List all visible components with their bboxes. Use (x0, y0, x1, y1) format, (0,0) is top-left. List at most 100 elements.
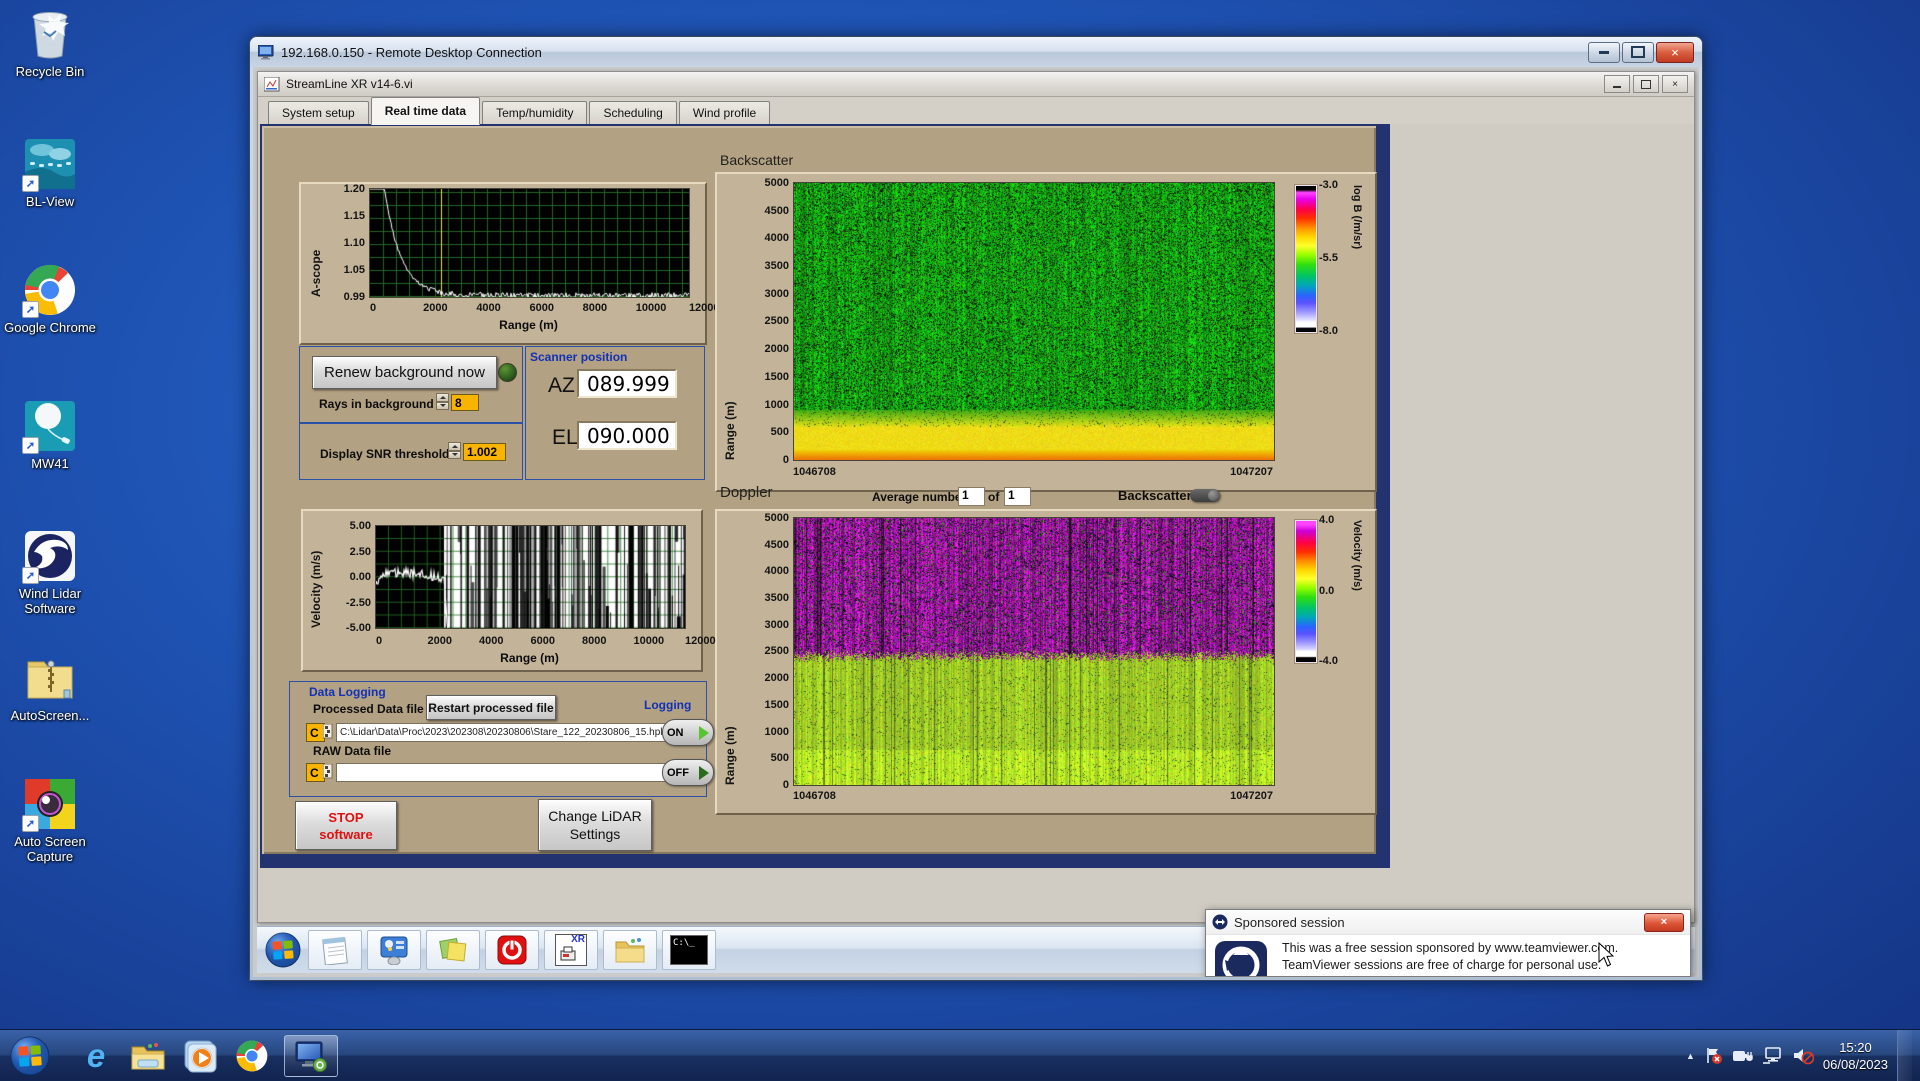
backscatter-toggle-label: Backscatter (1118, 488, 1192, 503)
app-close-button[interactable]: × (1662, 75, 1688, 93)
doppler-x-end: 1047207 (1230, 790, 1273, 802)
xr-label: XR (571, 934, 585, 945)
clock-date: 06/08/2023 (1822, 1056, 1888, 1072)
rdp-titlebar[interactable]: 192.168.0.150 - Remote Desktop Connectio… (250, 37, 1702, 67)
tab-system-setup[interactable]: System setup (268, 101, 369, 124)
shortcut-arrow-icon: ➚ (22, 567, 39, 584)
power-plug-icon[interactable] (1732, 1046, 1753, 1065)
taskbar-rdp-active[interactable] (284, 1034, 338, 1077)
app-maximize-button[interactable] (1633, 75, 1659, 93)
remote-taskbar-stop-app[interactable] (485, 930, 539, 970)
processed-path-field[interactable]: C:\Lidar\Data\Proc\2023\202308\20230806\… (336, 723, 681, 742)
backscatter-colorbar (1295, 185, 1317, 333)
wind-lidar-icon: ➚ (22, 530, 76, 584)
raw-path-field[interactable] (336, 763, 681, 782)
network-icon[interactable] (1762, 1046, 1783, 1065)
taskbar-clock[interactable]: 15:20 06/08/2023 (1823, 1039, 1888, 1073)
power-stop-icon (497, 935, 527, 965)
chrome-icon (236, 1040, 268, 1071)
remote-taskbar-explorer[interactable] (603, 930, 657, 970)
volume-muted-icon[interactable] (1792, 1046, 1814, 1065)
change-line1: Change LiDAR (548, 808, 642, 824)
az-value-field[interactable]: 089.999 (577, 369, 677, 398)
backscatter-toggle-switch[interactable] (1190, 489, 1220, 502)
toggle-off-label: OFF (667, 766, 689, 779)
remote-taskbar-cmd[interactable]: C:\_ (662, 930, 716, 970)
desktop-icon-wind-lidar[interactable]: ➚ Wind Lidar Software (2, 530, 98, 616)
teamviewer-popup: Sponsored session × This was a free sess… (1205, 909, 1691, 977)
taskbar-explorer[interactable] (122, 1036, 174, 1076)
desktop-icon-google-chrome[interactable]: ➚ Google Chrome (2, 264, 98, 335)
rdp-maximize-button[interactable] (1622, 41, 1654, 63)
tab-real-time-data[interactable]: Real time data (370, 97, 481, 125)
rdp-window: 192.168.0.150 - Remote Desktop Connectio… (250, 37, 1702, 980)
processed-logging-toggle[interactable]: ON (662, 719, 714, 746)
app-titlebar[interactable]: StreamLine XR v14-6.vi × (258, 72, 1694, 97)
teamviewer-popup-titlebar[interactable]: Sponsored session × (1206, 910, 1690, 935)
taskbar-ie[interactable]: e (70, 1036, 122, 1076)
rays-value-field[interactable]: 8 (451, 394, 479, 411)
raw-logging-toggle[interactable]: OFF (662, 759, 714, 786)
el-label: EL (552, 426, 578, 449)
rdp-close-button[interactable]: × (1656, 41, 1694, 63)
rdp-window-icon (258, 44, 274, 59)
doppler-y-axis-label: Range (m) (723, 726, 737, 785)
average-number-field[interactable]: 1 (958, 487, 985, 506)
stop-line2: software (319, 826, 373, 842)
rdp-minimize-button[interactable] (1588, 41, 1620, 63)
teamviewer-small-icon (1212, 914, 1228, 930)
stop-software-button[interactable]: STOP software (295, 801, 397, 850)
desktop-icon-label: Auto Screen Capture (14, 834, 86, 864)
rays-spinner[interactable] (436, 393, 449, 410)
desktop-icon-autoscreen-zip[interactable]: AutoScreen... (2, 652, 98, 723)
app-vi-icon (264, 76, 280, 91)
processed-data-file-label: Processed Data file (313, 702, 424, 716)
taskbar-chrome[interactable] (226, 1036, 278, 1076)
shortcut-arrow-icon: ➚ (22, 815, 39, 832)
velocity-plot-canvas (376, 526, 685, 628)
snr-spinner[interactable] (448, 442, 461, 459)
desktop-icon-auto-screen-capture[interactable]: ➚ Auto Screen Capture (2, 778, 98, 864)
windows-start-orb-icon (265, 932, 301, 968)
app-minimize-button[interactable] (1604, 75, 1630, 93)
change-lidar-settings-button[interactable]: Change LiDAR Settings (538, 799, 652, 851)
start-button[interactable] (4, 1036, 56, 1076)
tab-wind-profile[interactable]: Wind profile (678, 101, 771, 124)
tab-strip: System setup Real time data Temp/humidit… (258, 97, 1694, 125)
remote-taskbar-control-panel[interactable] (367, 930, 421, 970)
desktop-icon-bl-view[interactable]: ➚ BL-View (2, 138, 98, 209)
tab-temp-humidity[interactable]: Temp/humidity (482, 101, 588, 124)
renew-background-button[interactable]: Renew background now (312, 356, 497, 389)
desktop-icon-mw41[interactable]: ➚ MW41 (2, 400, 98, 471)
clock-time: 15:20 (1839, 1039, 1872, 1055)
recycle-bin-icon (24, 8, 76, 60)
doppler-colorbar-label: Velocity (m/s) (1351, 520, 1363, 591)
remote-taskbar-notepad[interactable] (308, 930, 362, 970)
average-count-field: 1 (1004, 487, 1031, 506)
zip-folder-icon (24, 652, 76, 704)
snr-value-field[interactable]: 1.002 (463, 443, 506, 461)
rays-in-background-label: Rays in background (319, 397, 434, 411)
rdp-client-area: StreamLine XR v14-6.vi × System setup Re… (253, 67, 1699, 977)
show-desktop-button[interactable] (1897, 1030, 1912, 1081)
toggle-arrow-icon (699, 765, 709, 780)
velocity-x-ticks: 0 2000 4000 6000 8000 10000 12000 (376, 635, 716, 647)
remote-taskbar-streamline-xr[interactable]: XR (544, 930, 598, 970)
tab-scheduling[interactable]: Scheduling (589, 101, 677, 124)
taskbar-media-player[interactable] (174, 1036, 226, 1076)
action-center-flag-icon[interactable] (1704, 1046, 1723, 1065)
el-value-field[interactable]: 090.000 (577, 421, 677, 450)
shortcut-arrow-icon: ➚ (22, 437, 39, 454)
desktop-icon-recycle-bin[interactable]: Recycle Bin (2, 8, 98, 79)
tray-expand-icon[interactable]: ▲ (1686, 1051, 1695, 1061)
teamviewer-close-button[interactable]: × (1644, 912, 1684, 932)
restart-processed-file-button[interactable]: Restart processed file (426, 695, 556, 720)
velocity-graph-panel: Velocity (m/s) 5.00 2.50 0.00 -2.50 -5.0… (301, 509, 716, 672)
remote-taskbar-sticky-notes[interactable] (426, 930, 480, 970)
scanner-position-title: Scanner position (530, 350, 628, 364)
velocity-x-axis-label: Range (m) (500, 651, 559, 665)
az-label: AZ (548, 374, 575, 397)
app-window: StreamLine XR v14-6.vi × System setup Re… (257, 71, 1695, 923)
of-label: of (988, 490, 1000, 504)
remote-start-button[interactable] (263, 930, 303, 970)
